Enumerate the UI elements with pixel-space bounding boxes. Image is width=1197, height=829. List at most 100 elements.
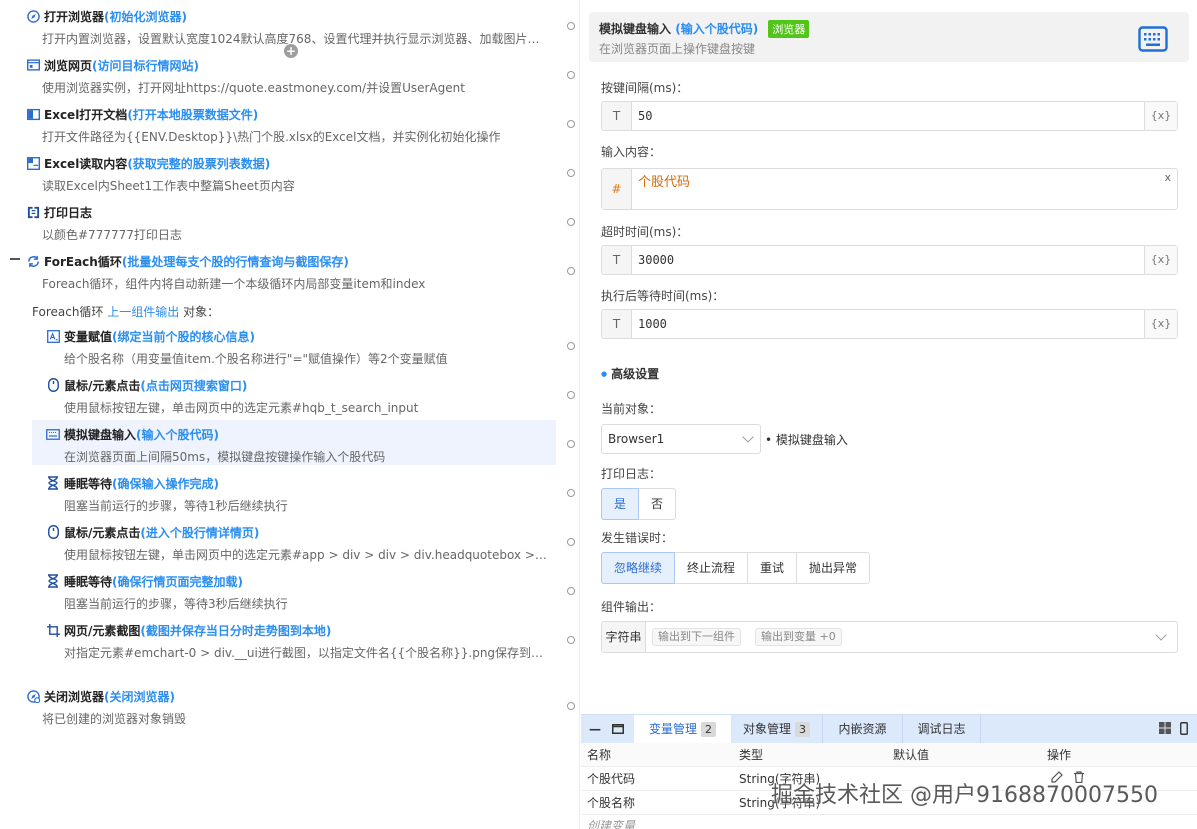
step-tag: (进入个股行情详情页)	[140, 525, 260, 540]
step-connector-node[interactable]	[566, 113, 576, 135]
tab-variable-manager[interactable]: 变量管理 2	[634, 715, 731, 743]
step-tag: (关闭浏览器)	[104, 689, 175, 704]
variable-picker-button[interactable]: {x}	[1144, 102, 1177, 130]
output-field[interactable]: 字符串 输出到下一组件 输出到变量 +0	[601, 621, 1178, 653]
interval-field[interactable]: T 50 {x}	[601, 101, 1178, 131]
foreach-prefix: Foreach循环	[32, 305, 104, 319]
step-desc: 在浏览器页面上间隔50ms，模拟键盘按键操作输入个股代码	[64, 450, 386, 464]
output-next-chip[interactable]: 输出到下一组件	[652, 628, 741, 646]
restore-window-icon[interactable]	[607, 715, 629, 743]
step-name: 模拟键盘输入	[64, 427, 137, 442]
tab-object-manager[interactable]: 对象管理 3	[731, 715, 823, 743]
property-panel: 模拟键盘输入 (输入个股代码) 浏览器 在浏览器页面上操作键盘按键 按键间隔(m…	[581, 0, 1197, 829]
variable-table-header: 名称 类型 默认值 操作	[581, 743, 1197, 767]
step-connector-node[interactable]	[566, 384, 576, 406]
component-header: 模拟键盘输入 (输入个股代码) 浏览器 在浏览器页面上操作键盘按键	[589, 12, 1189, 62]
on-error-ignore[interactable]: 忽略继续	[601, 552, 676, 584]
variable-name[interactable]: 个股代码	[587, 767, 635, 791]
clear-icon[interactable]: x	[1164, 171, 1171, 184]
excel-book-icon	[26, 107, 40, 121]
step-connector-node[interactable]	[566, 580, 576, 602]
timeout-label: 超时时间(ms)：	[601, 225, 689, 239]
step-tag: (输入个股代码)	[136, 427, 219, 442]
step-connector-node[interactable]	[566, 260, 576, 282]
add-step-plus-icon[interactable]: +	[284, 44, 298, 58]
tab-debug-log[interactable]: 调试日志	[903, 715, 981, 743]
step-name: 鼠标/元素点击	[64, 378, 141, 393]
step-name: 睡眠等待	[64, 476, 113, 491]
step-desc: 使用鼠标按钮左键，单击网页中的选定元素#hqb_t_search_input	[64, 401, 419, 415]
tab-embedded-resources[interactable]: 内嵌资源	[823, 715, 903, 743]
step-connector-node[interactable]	[566, 211, 576, 233]
tab-count: 3	[795, 722, 810, 737]
step-name: 鼠标/元素点击	[64, 525, 141, 540]
step-desc: 将已创建的浏览器对象销毁	[42, 712, 187, 726]
input-content-value[interactable]: 个股代码	[638, 171, 690, 190]
text-type-prefix[interactable]: T	[602, 102, 632, 130]
input-content-field[interactable]: # 个股代码 x	[601, 168, 1178, 210]
output-variable-chip[interactable]: 输出到变量 +0	[755, 628, 842, 646]
step-tag: (绑定当前个股的核心信息)	[112, 329, 255, 344]
print-log-yes[interactable]: 是	[601, 488, 640, 520]
print-log-toggle: 是 否	[601, 488, 677, 520]
step-name: 网页/元素截图	[64, 623, 141, 638]
current-object-hint: • 模拟键盘输入	[765, 433, 848, 447]
mobile-device-icon[interactable]	[1177, 715, 1191, 743]
print-log-no[interactable]: 否	[638, 488, 677, 520]
step-connector-node[interactable]	[566, 482, 576, 504]
on-error-stop[interactable]: 终止流程	[674, 552, 749, 584]
step-connector-node[interactable]	[566, 15, 576, 37]
step-connector-node[interactable]	[566, 64, 576, 86]
step-connector-node[interactable]	[566, 433, 576, 455]
step-connector-node[interactable]	[566, 162, 576, 184]
loop-icon	[26, 254, 40, 268]
expression-type-prefix[interactable]: #	[602, 169, 632, 209]
windows-logo-icon[interactable]	[1157, 715, 1173, 743]
col-name: 名称	[587, 748, 612, 762]
variable-name[interactable]: 个股名称	[587, 791, 635, 815]
text-type-prefix[interactable]: T	[602, 246, 632, 274]
step-connector-node[interactable]	[566, 629, 576, 651]
step-tag: (初始化浏览器)	[104, 9, 187, 24]
variable-picker-button[interactable]: {x}	[1144, 310, 1177, 338]
step-connector-node[interactable]	[566, 695, 576, 717]
keyboard-icon	[1138, 26, 1168, 52]
hourglass-icon	[46, 476, 60, 490]
advanced-settings-header[interactable]: 高级设置	[601, 365, 659, 382]
flow-step-keyboard-input[interactable]: 模拟键盘输入 (输入个股代码) 在浏览器页面上间隔50ms，模拟键盘按键操作输入…	[32, 420, 556, 465]
step-desc: 读取Excel内Sheet1工作表中整篇Sheet页内容	[42, 179, 295, 193]
foreach-suffix: 对象：	[183, 305, 220, 319]
step-connector-node[interactable]	[566, 335, 576, 357]
on-error-label: 发生错误时：	[601, 531, 674, 545]
collapse-icon[interactable]	[10, 258, 20, 260]
chevron-down-icon[interactable]	[1155, 629, 1167, 641]
minimize-icon[interactable]: —	[587, 715, 603, 743]
wait-after-label: 执行后等待时间(ms)：	[601, 289, 725, 303]
watermark-text: 掘金技术社区 @用户9168870007550	[771, 783, 1158, 808]
web-page-icon	[26, 58, 40, 72]
interval-value[interactable]: 50	[638, 102, 652, 130]
foreach-source-link[interactable]: 上一组件输出	[107, 305, 179, 319]
create-variable-link[interactable]: 创建变量	[587, 817, 635, 829]
step-tag: (获取完整的股票列表数据)	[127, 156, 271, 171]
timeout-value[interactable]: 30000	[638, 246, 674, 274]
step-connector-node[interactable]	[566, 531, 576, 553]
excel-read-icon	[26, 156, 40, 170]
wait-after-field[interactable]: T 1000 {x}	[601, 309, 1178, 339]
current-object-select[interactable]: Browser1	[601, 424, 761, 454]
variable-picker-button[interactable]: {x}	[1144, 246, 1177, 274]
mouse-icon	[46, 378, 60, 392]
current-object-value: Browser1	[608, 432, 665, 446]
step-desc: 使用鼠标按钮左键，单击网页中的选定元素#app > div > div > di…	[64, 548, 550, 562]
on-error-retry[interactable]: 重试	[747, 552, 798, 584]
timeout-field[interactable]: T 30000 {x}	[601, 245, 1178, 275]
step-name: Excel打开文档	[44, 107, 128, 122]
text-type-prefix[interactable]: T	[602, 310, 632, 338]
step-name: 睡眠等待	[64, 574, 113, 589]
current-object-label: 当前对象：	[601, 402, 662, 416]
keyboard-icon	[46, 427, 60, 441]
step-name: 关闭浏览器	[44, 689, 105, 704]
wait-after-value[interactable]: 1000	[638, 310, 667, 338]
step-desc: Foreach循环，组件内将自动新建一个本级循环内局部变量item和index	[42, 277, 426, 291]
on-error-throw[interactable]: 抛出异常	[796, 552, 871, 584]
